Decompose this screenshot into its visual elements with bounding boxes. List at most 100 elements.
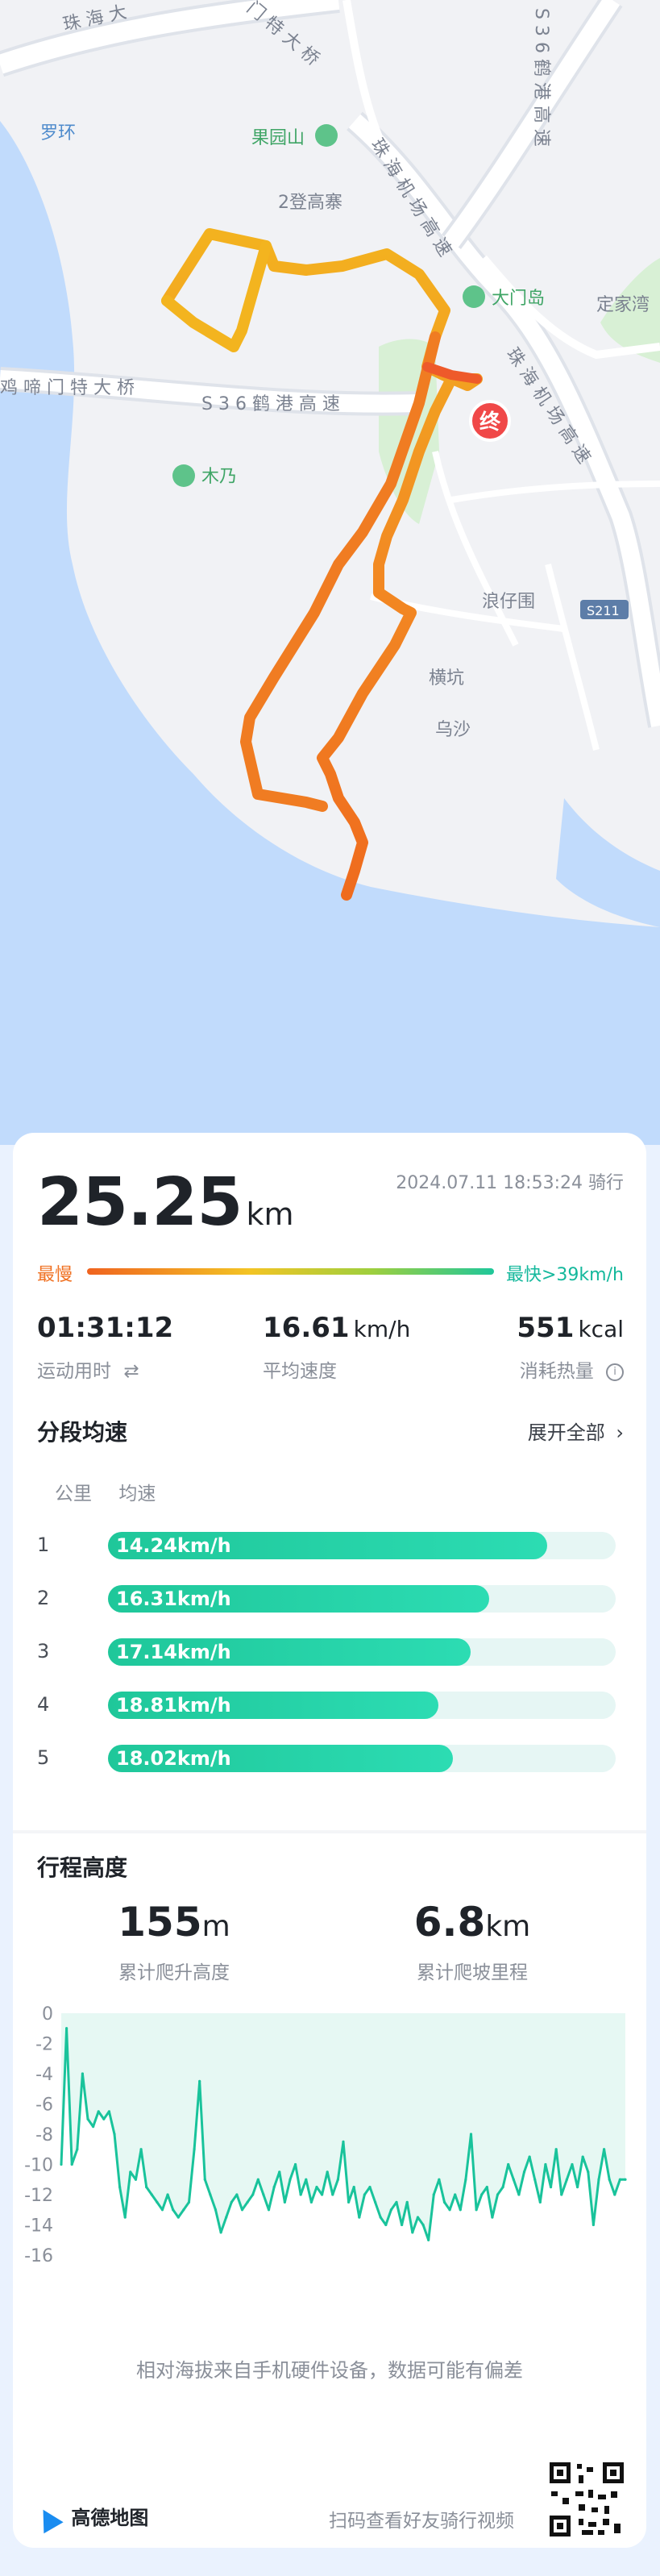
elevation-point	[438, 2178, 441, 2181]
elevation-point	[565, 2178, 568, 2181]
duration-label-block[interactable]: 运动用时 ⇄	[37, 1355, 139, 1383]
avg-speed-block: 16.61 km/h	[263, 1312, 410, 1344]
swap-icon[interactable]: ⇄	[123, 1361, 139, 1382]
fastest-label: 最快>39km/h	[506, 1265, 624, 1285]
elevation-point	[522, 2170, 526, 2174]
segments-header: 公里 均速	[55, 1478, 156, 1505]
elevation-point	[442, 2200, 446, 2204]
qr-code-icon[interactable]	[546, 2459, 627, 2540]
elevation-point	[608, 2178, 611, 2181]
elevation-point	[485, 2186, 488, 2189]
map-label: 罗环	[40, 123, 76, 144]
map-label: 乌沙	[435, 720, 471, 740]
elevation-point	[491, 2216, 494, 2219]
elevation-point	[416, 2216, 420, 2219]
map-label: 果园山	[251, 128, 305, 148]
segment-speed-bar: 16.31km/h	[108, 1585, 489, 1613]
elevation-point	[166, 2193, 169, 2196]
elevation-point	[225, 2216, 228, 2219]
elevation-point	[501, 2186, 504, 2189]
climb-distance-unit: km	[485, 1910, 531, 1943]
poi-village-icon	[172, 464, 195, 487]
climb-distance-value: 6.8	[413, 1899, 486, 1946]
activity-type: 骑行	[587, 1173, 624, 1193]
elevation-point	[102, 2117, 106, 2120]
end-marker-label: 终	[479, 410, 501, 435]
y-tick-label: -14	[24, 2216, 53, 2237]
elevation-point	[150, 2193, 153, 2196]
map-label: S 3 6 鹤 港 高 速	[531, 8, 551, 147]
elevation-point	[92, 2125, 95, 2129]
elevation-title: 行程高度	[37, 1854, 128, 1881]
col-km-label: 公里	[55, 1484, 92, 1504]
distance-block: 25.25 km	[37, 1170, 294, 1236]
elevation-point	[246, 2200, 249, 2204]
elevation-point	[123, 2216, 127, 2219]
segment-km: 2	[37, 1587, 50, 1609]
y-tick-label: -10	[24, 2156, 53, 2176]
elevation-point	[374, 2200, 377, 2204]
elevation-point	[283, 2200, 286, 2204]
poi-mountain-icon	[315, 124, 338, 147]
elevation-point	[454, 2193, 457, 2196]
y-tick-label: -4	[35, 2065, 53, 2085]
elevation-point	[496, 2193, 500, 2196]
segment-speed-label: 18.81km/h	[116, 1694, 231, 1717]
elevation-point	[363, 2193, 367, 2196]
elevation-point	[342, 2140, 345, 2143]
climb-block: 155m	[13, 1899, 335, 1946]
datetime-text: 2024.07.11 18:53:24	[396, 1173, 583, 1193]
elevation-point	[113, 2133, 116, 2136]
elevation-point	[368, 2186, 372, 2189]
elevation-point	[118, 2186, 122, 2189]
elevation-point	[602, 2148, 606, 2151]
elevation-point	[326, 2170, 329, 2174]
distance-unit: km	[246, 1196, 294, 1232]
info-icon[interactable]: i	[606, 1363, 624, 1381]
elevation-point	[160, 2208, 164, 2212]
y-tick-label: -16	[24, 2246, 53, 2266]
expand-all-button[interactable]: 展开全部 ›	[528, 1417, 624, 1445]
speed-gradient-bar	[87, 1268, 494, 1275]
segment-km: 4	[37, 1693, 50, 1716]
elevation-point	[395, 2200, 398, 2204]
calories-label: 消耗热量	[519, 1361, 594, 1382]
elevation-note: 相对海拔来自手机硬件设备，数据可能有偏差	[136, 2359, 523, 2382]
elevation-point	[305, 2178, 308, 2181]
segment-speed-track: 18.81km/h	[108, 1692, 616, 1719]
elevation-point	[517, 2193, 521, 2196]
elevation-point	[480, 2193, 484, 2196]
segment-speed-track: 18.02km/h	[108, 1745, 616, 1772]
elevation-point	[176, 2216, 180, 2219]
share-text: 扫码查看好友骑行视频	[329, 2511, 514, 2532]
elevation-point	[571, 2162, 574, 2166]
y-tick-label: -8	[35, 2125, 53, 2145]
y-tick-label: -12	[24, 2186, 53, 2206]
calories-label-block: 消耗热量 i	[520, 1355, 624, 1383]
calories-value: 551	[517, 1312, 575, 1344]
segment-speed-label: 17.14km/h	[116, 1641, 231, 1663]
avg-speed-label: 平均速度	[263, 1361, 337, 1382]
elevation-point	[544, 2162, 547, 2166]
segment-km: 5	[37, 1746, 50, 1769]
elevation-point	[347, 2200, 351, 2204]
elevation-point	[352, 2186, 355, 2189]
elevation-point	[230, 2200, 233, 2204]
expand-all-label: 展开全部	[527, 1421, 605, 1444]
elevation-point	[560, 2193, 563, 2196]
activity-datetime: 2024.07.11 18:53:24 骑行	[396, 1168, 624, 1194]
elevation-point	[107, 2110, 111, 2113]
elevation-point	[81, 2072, 85, 2075]
elevation-point	[401, 2223, 404, 2227]
elevation-point	[528, 2155, 531, 2158]
elevation-point	[618, 2178, 621, 2181]
duration-value: 01:31:12	[37, 1312, 174, 1344]
elevation-point	[70, 2162, 73, 2166]
climb-distance-label: 累计爬坡里程	[417, 1962, 528, 1983]
elevation-point	[172, 2208, 175, 2212]
elevation-point	[379, 2216, 382, 2219]
elevation-chart[interactable]: 0 -2 -4 -6 -8 -10 -12 -14 -16	[13, 2004, 646, 2270]
elevation-point	[459, 2208, 462, 2212]
elevation-point	[320, 2193, 324, 2196]
route-map[interactable]: 终 珠 海 大 门 特 大 桥 S 3 6 鹤 港 高 速 罗环 果园山 2登高…	[0, 0, 660, 1145]
